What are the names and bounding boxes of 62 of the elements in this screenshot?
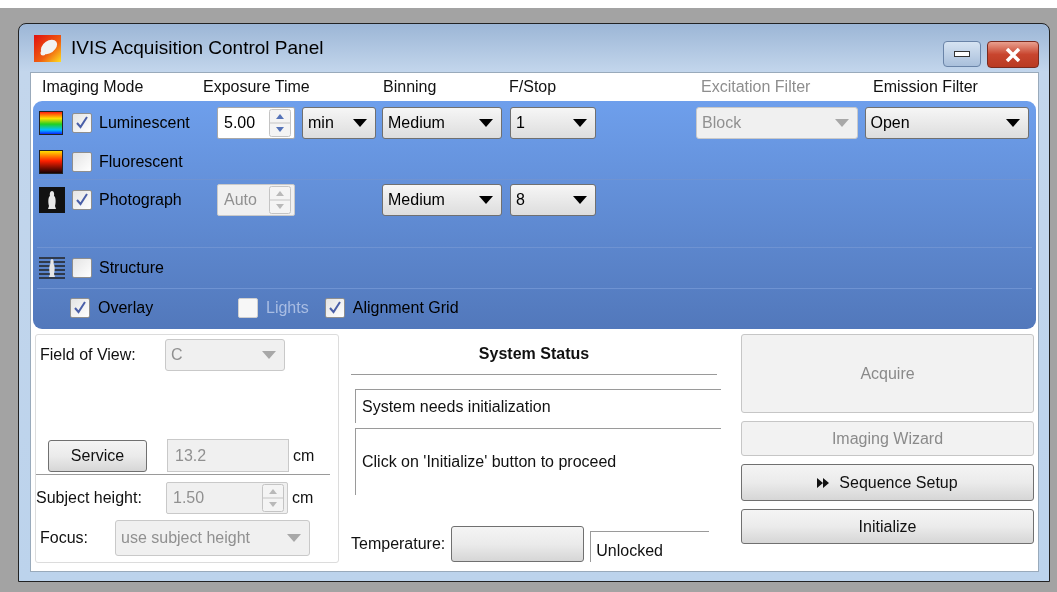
- spin-box[interactable]: 5.00: [217, 107, 295, 139]
- spinner-arrows-icon: [269, 109, 291, 137]
- column-header: F/Stop: [509, 78, 558, 96]
- lock-status: Unlocked: [590, 530, 710, 562]
- field-label: Subject height:: [36, 489, 143, 507]
- caret-icon: [479, 119, 493, 127]
- caret-icon: [287, 534, 301, 542]
- column-header: Emission Filter: [873, 78, 979, 96]
- unit-label: cm: [292, 489, 314, 507]
- action-button[interactable]: Sequence Setup: [741, 464, 1034, 501]
- caret-icon: [573, 196, 587, 204]
- status-message: System needs initialization: [355, 389, 721, 423]
- checkbox[interactable]: [72, 152, 92, 172]
- mode-label: Fluorescent: [98, 153, 184, 171]
- dropdown[interactable]: Medium: [382, 184, 502, 216]
- dropdown[interactable]: Medium: [382, 107, 502, 139]
- checkbox-label: Alignment Grid: [352, 298, 459, 317]
- action-button[interactable]: Initialize: [741, 509, 1034, 544]
- column-header: Exposure Time: [203, 78, 311, 96]
- checkbox[interactable]: [72, 190, 92, 210]
- window-title: IVIS Acquisition Control Panel: [71, 37, 325, 59]
- checkbox-label: Lights: [266, 298, 309, 317]
- caret-icon: [1005, 119, 1020, 127]
- dropdown[interactable]: 8: [510, 184, 596, 216]
- spinner-arrows-icon: [269, 186, 291, 214]
- minimize-icon: [954, 51, 970, 57]
- temperature-label: Temperature:: [351, 535, 446, 553]
- column-header: Excitation Filter: [701, 78, 812, 96]
- color-scale-icon: [39, 111, 63, 135]
- unit-label: cm: [293, 446, 315, 465]
- field-label: Focus:: [40, 529, 89, 547]
- structure-icon: [39, 254, 65, 281]
- close-icon: [1005, 47, 1021, 62]
- dropdown[interactable]: min: [302, 107, 376, 139]
- checkbox-label: Overlay: [98, 298, 154, 317]
- caret-icon: [353, 119, 367, 127]
- minimize-button[interactable]: [943, 41, 981, 67]
- mode-label: Photograph: [98, 191, 183, 209]
- heat-scale-icon: [39, 150, 63, 174]
- checkbox[interactable]: [324, 297, 345, 318]
- caret-icon: [835, 119, 849, 127]
- field-label: Field of View:: [40, 346, 137, 364]
- section-title: System Status: [351, 334, 717, 375]
- caret-icon: [573, 119, 587, 127]
- column-header: Binning: [383, 78, 438, 96]
- checkbox[interactable]: [72, 257, 92, 278]
- mode-label: Luminescent: [98, 114, 191, 132]
- app-icon: [34, 34, 61, 62]
- dropdown[interactable]: 1: [510, 107, 596, 139]
- checkbox[interactable]: [70, 297, 90, 318]
- caret-icon: [479, 196, 493, 204]
- spinner-arrows-icon: [262, 484, 284, 512]
- service-button[interactable]: Service: [48, 439, 147, 472]
- mode-label: Structure: [98, 258, 165, 277]
- checkbox[interactable]: [72, 113, 92, 133]
- close-button[interactable]: [987, 41, 1039, 68]
- mouse-photo-icon: [39, 187, 65, 213]
- caret-icon: [262, 351, 276, 359]
- status-detail: Click on 'Initialize' button to proceed: [355, 428, 721, 495]
- dropdown[interactable]: Open: [864, 107, 1029, 139]
- fast-forward-icon: [817, 477, 830, 488]
- temperature-button[interactable]: [451, 526, 585, 562]
